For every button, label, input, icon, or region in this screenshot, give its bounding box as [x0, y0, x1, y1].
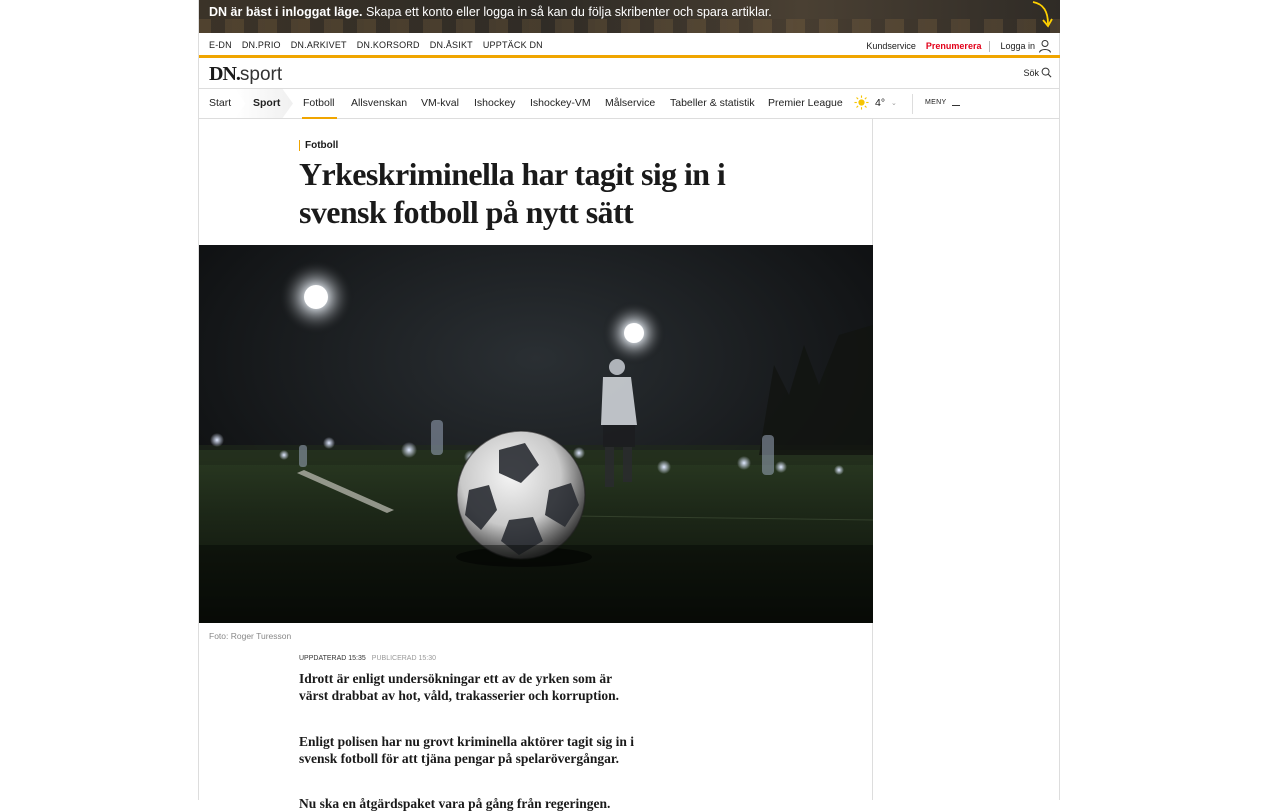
- nav-item-sport[interactable]: Sport: [253, 97, 280, 109]
- dn-sport-logo[interactable]: DN.sport: [209, 63, 282, 86]
- link-dn-korsord[interactable]: DN.KORSORD: [357, 40, 420, 50]
- search-label: Sök: [1023, 67, 1039, 78]
- temperature: 4°: [875, 96, 886, 109]
- login-promo-banner[interactable]: DN är bäst i inloggat läge. Skapa ett ko…: [199, 0, 1060, 33]
- lead-paragraph: Idrott är enligt undersökningar ett av d…: [299, 671, 620, 703]
- link-dn-asikt[interactable]: DN.ÅSIKT: [430, 40, 473, 50]
- nav-item-start[interactable]: Start: [209, 97, 231, 109]
- hero-image[interactable]: [199, 245, 873, 623]
- article-headline: Yrkeskriminella har tagit sig in i svens…: [299, 156, 726, 230]
- link-dn-prio[interactable]: DN.PRIO: [242, 40, 281, 50]
- hamburger-icon: [952, 105, 961, 106]
- link-upptack-dn[interactable]: UPPTÄCK DN: [483, 40, 543, 50]
- subscribe-link[interactable]: Prenumerera: [926, 41, 982, 51]
- search-icon: [1041, 67, 1052, 78]
- menu-label: MENY: [925, 99, 947, 106]
- nav-item-vm-kval[interactable]: VM-kval: [421, 97, 459, 109]
- top-links-bar: E-DN DN.PRIO DN.ARKIVET DN.KORSORD DN.ÅS…: [199, 33, 1060, 58]
- weather-widget[interactable]: 4° ⌄: [854, 95, 897, 110]
- link-e-dn[interactable]: E-DN: [209, 40, 232, 50]
- logo-bar: DN.sport Sök: [199, 61, 1060, 89]
- nav-item-fotboll[interactable]: Fotboll: [303, 97, 335, 109]
- nav-item-malservice[interactable]: Målservice: [605, 97, 655, 109]
- kundservice-link[interactable]: Kundservice: [866, 41, 916, 51]
- published-time: PUBLICERAD 15:30: [371, 655, 436, 662]
- nav-item-tabeller[interactable]: Tabeller & statistik: [670, 97, 755, 109]
- menu-button[interactable]: MENY: [925, 99, 961, 106]
- user-icon[interactable]: [1038, 39, 1052, 53]
- lead-paragraph: Enligt polisen har nu grovt kriminella a…: [299, 734, 635, 766]
- link-dn-arkivet[interactable]: DN.ARKIVET: [291, 40, 347, 50]
- nav-item-premier-league[interactable]: Premier League: [768, 97, 843, 109]
- promo-text: DN är bäst i inloggat läge. Skapa ett ko…: [209, 5, 772, 19]
- page: DN är bäst i inloggat läge. Skapa ett ko…: [198, 0, 1060, 811]
- banner-background: [199, 19, 1060, 33]
- football-night-photo: [199, 245, 873, 623]
- nav-item-allsvenskan[interactable]: Allsvenskan: [351, 97, 407, 109]
- divider: [989, 40, 991, 52]
- article-kicker[interactable]: Fotboll: [299, 140, 338, 151]
- sun-icon: [854, 95, 869, 110]
- login-link[interactable]: Logga in: [1000, 41, 1035, 51]
- article-timestamps: UPPDATERAD 15:35 PUBLICERAD 15:30: [299, 655, 436, 662]
- updated-time: UPPDATERAD 15:35: [299, 655, 366, 662]
- photo-caption: Foto: Roger Turesson: [209, 631, 292, 641]
- active-tab-indicator: [302, 117, 337, 119]
- arrow-down-icon: [1032, 1, 1053, 28]
- section-nav: Start Sport Fotboll Allsvenskan VM-kval …: [199, 89, 1060, 119]
- chevron-down-icon: ⌄: [891, 99, 897, 107]
- service-links: E-DN DN.PRIO DN.ARKIVET DN.KORSORD DN.ÅS…: [209, 40, 543, 50]
- account-links: Kundservice Prenumerera Logga in: [856, 39, 1052, 53]
- nav-item-ishockey[interactable]: Ishockey: [474, 97, 515, 109]
- divider: [912, 94, 913, 114]
- search-button[interactable]: Sök: [1023, 67, 1052, 78]
- lead-paragraph: Nu ska en åtgärdspaket vara på gång från…: [299, 796, 611, 811]
- nav-item-ishockey-vm[interactable]: Ishockey-VM: [530, 97, 591, 109]
